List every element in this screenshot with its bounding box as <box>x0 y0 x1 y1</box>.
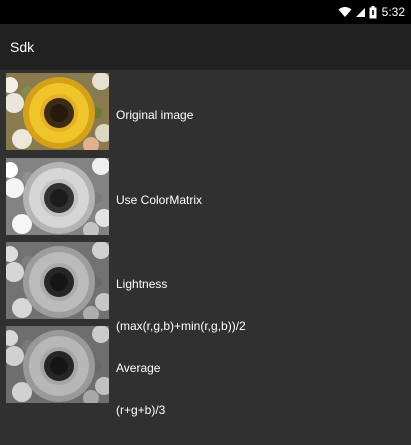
thumbnail-original-image <box>6 73 109 150</box>
list-item-colormatrix[interactable]: Use ColorMatrix <box>0 155 411 239</box>
image-list: Original image Use ColorMatrix Lightness… <box>0 70 411 417</box>
list-item-average[interactable]: Average (r+g+b)/3 <box>0 323 411 417</box>
item-line: Lightness <box>116 277 168 291</box>
thumbnail-lightness <box>6 242 109 319</box>
item-text-colormatrix: Use ColorMatrix <box>116 165 202 235</box>
signal-icon <box>355 8 365 17</box>
app-title: Sdk <box>10 39 35 55</box>
status-icons: 5:32 <box>338 4 405 20</box>
item-line: Use ColorMatrix <box>116 193 203 207</box>
thumbnail-colormatrix <box>6 158 109 235</box>
wifi-icon <box>338 7 352 17</box>
app-bar: Sdk <box>0 24 411 70</box>
item-line: Original image <box>116 108 194 122</box>
item-line: Average <box>116 361 161 375</box>
battery-icon <box>369 5 377 18</box>
status-time: 5:32 <box>381 5 405 19</box>
thumbnail-average <box>6 326 109 403</box>
list-item-lightness[interactable]: Lightness (max(r,g,b)+min(r,g,b))/2 <box>0 239 411 333</box>
status-bar: 5:32 <box>0 0 411 24</box>
item-text-original: Original image <box>116 80 193 150</box>
item-formula: (r+g+b)/3 <box>116 403 166 417</box>
list-item-original[interactable]: Original image <box>0 70 411 154</box>
item-text-average: Average (r+g+b)/3 <box>116 333 165 445</box>
